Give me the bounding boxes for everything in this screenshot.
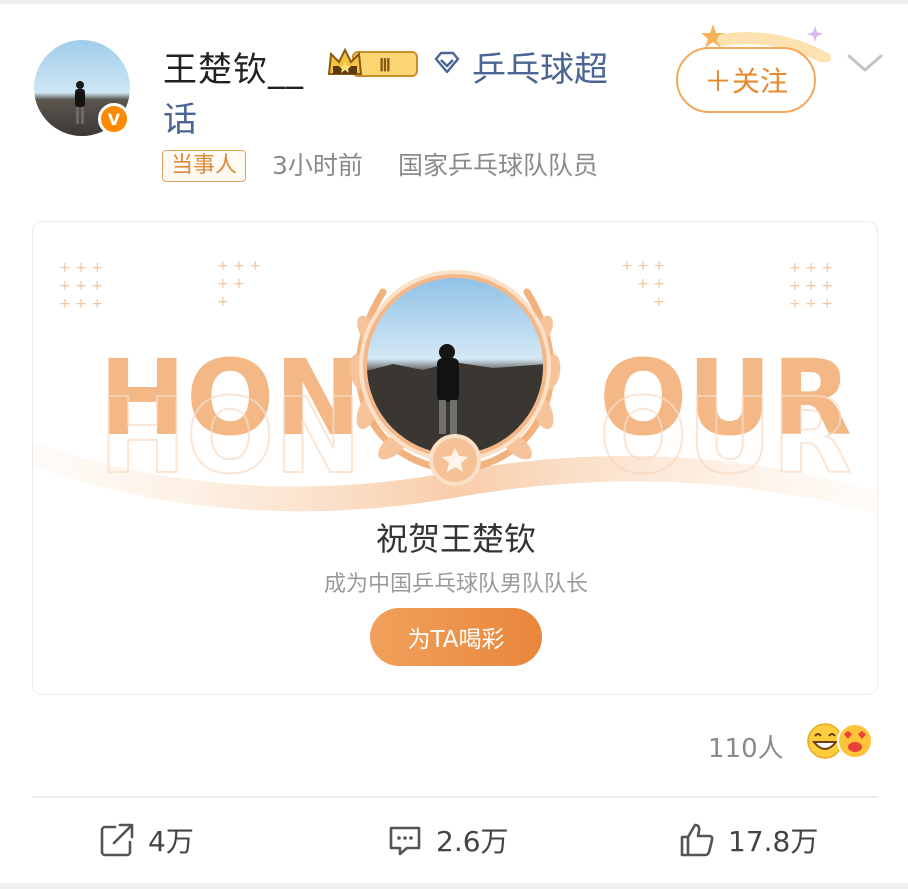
- post-time: 3小时前: [272, 151, 363, 180]
- share-count: 4万: [148, 825, 194, 858]
- heart-eyes-emoji-icon: [837, 723, 873, 759]
- like-count: 17.8万: [728, 825, 819, 858]
- svg-text:+ + +: + + +: [217, 258, 261, 274]
- svg-text:+: +: [217, 294, 229, 310]
- cheer-button[interactable]: 为TA喝彩: [370, 608, 542, 666]
- crown-level: Ⅲ: [379, 56, 391, 75]
- username[interactable]: 王楚钦__: [163, 42, 304, 91]
- svg-text:+ + +: + + +: [59, 296, 103, 312]
- share-button[interactable]: 4万: [98, 818, 194, 862]
- follow-button[interactable]: ＋关注: [676, 47, 816, 113]
- reaction-count[interactable]: 110人: [708, 728, 784, 765]
- svg-text:+ + +: + + +: [59, 278, 103, 294]
- comment-count: 2.6万: [436, 825, 509, 858]
- cheer-label: 为TA喝彩: [407, 627, 505, 653]
- verified-badge-icon: V: [98, 103, 130, 135]
- chevron-down-icon[interactable]: [846, 50, 884, 76]
- party-tag: 当事人: [162, 150, 247, 182]
- like-button[interactable]: 17.8万: [678, 818, 818, 862]
- svg-text:+ + +: + + +: [789, 260, 833, 276]
- svg-text:+ +: + +: [217, 276, 245, 292]
- congrats-subtitle: 成为中国乒乓球队男队队长: [323, 572, 588, 597]
- person-figure: [75, 81, 85, 124]
- honour-card[interactable]: + + + + + + + + + + + + + + + + + + + + + + + …: [32, 221, 878, 695]
- thumbs-up-icon: [680, 823, 714, 857]
- follow-label: ＋关注: [703, 65, 788, 98]
- supertopic-diamond-icon: [434, 51, 460, 74]
- supertopic-link-cont[interactable]: 话: [163, 92, 197, 141]
- comment-icon: [389, 826, 421, 856]
- svg-text:+ + +: + + +: [621, 258, 665, 274]
- svg-text:+ + +: + + +: [59, 260, 103, 276]
- weibo-post: V 王楚钦__ Ⅲ 乒乓球超 话 当事人 3小时前 国家乒乓球队队员 ＋关注 +…: [0, 0, 908, 889]
- svg-text:+: +: [653, 294, 665, 310]
- comment-button[interactable]: 2.6万: [386, 818, 509, 862]
- supertopic-link[interactable]: 乒乓球超: [472, 42, 608, 91]
- svg-text:+ + +: + + +: [789, 296, 833, 312]
- bottom-separator: [0, 883, 908, 889]
- action-divider: [32, 796, 878, 798]
- top-separator: [0, 0, 908, 4]
- svg-text:+ +: + +: [637, 276, 665, 292]
- share-icon: [100, 823, 134, 857]
- svg-text:+ + +: + + +: [789, 278, 833, 294]
- member-crown-icon[interactable]: Ⅲ: [327, 46, 421, 80]
- user-description: 国家乒乓球队队员: [398, 151, 599, 180]
- congrats-title: 祝贺王楚钦: [375, 520, 536, 558]
